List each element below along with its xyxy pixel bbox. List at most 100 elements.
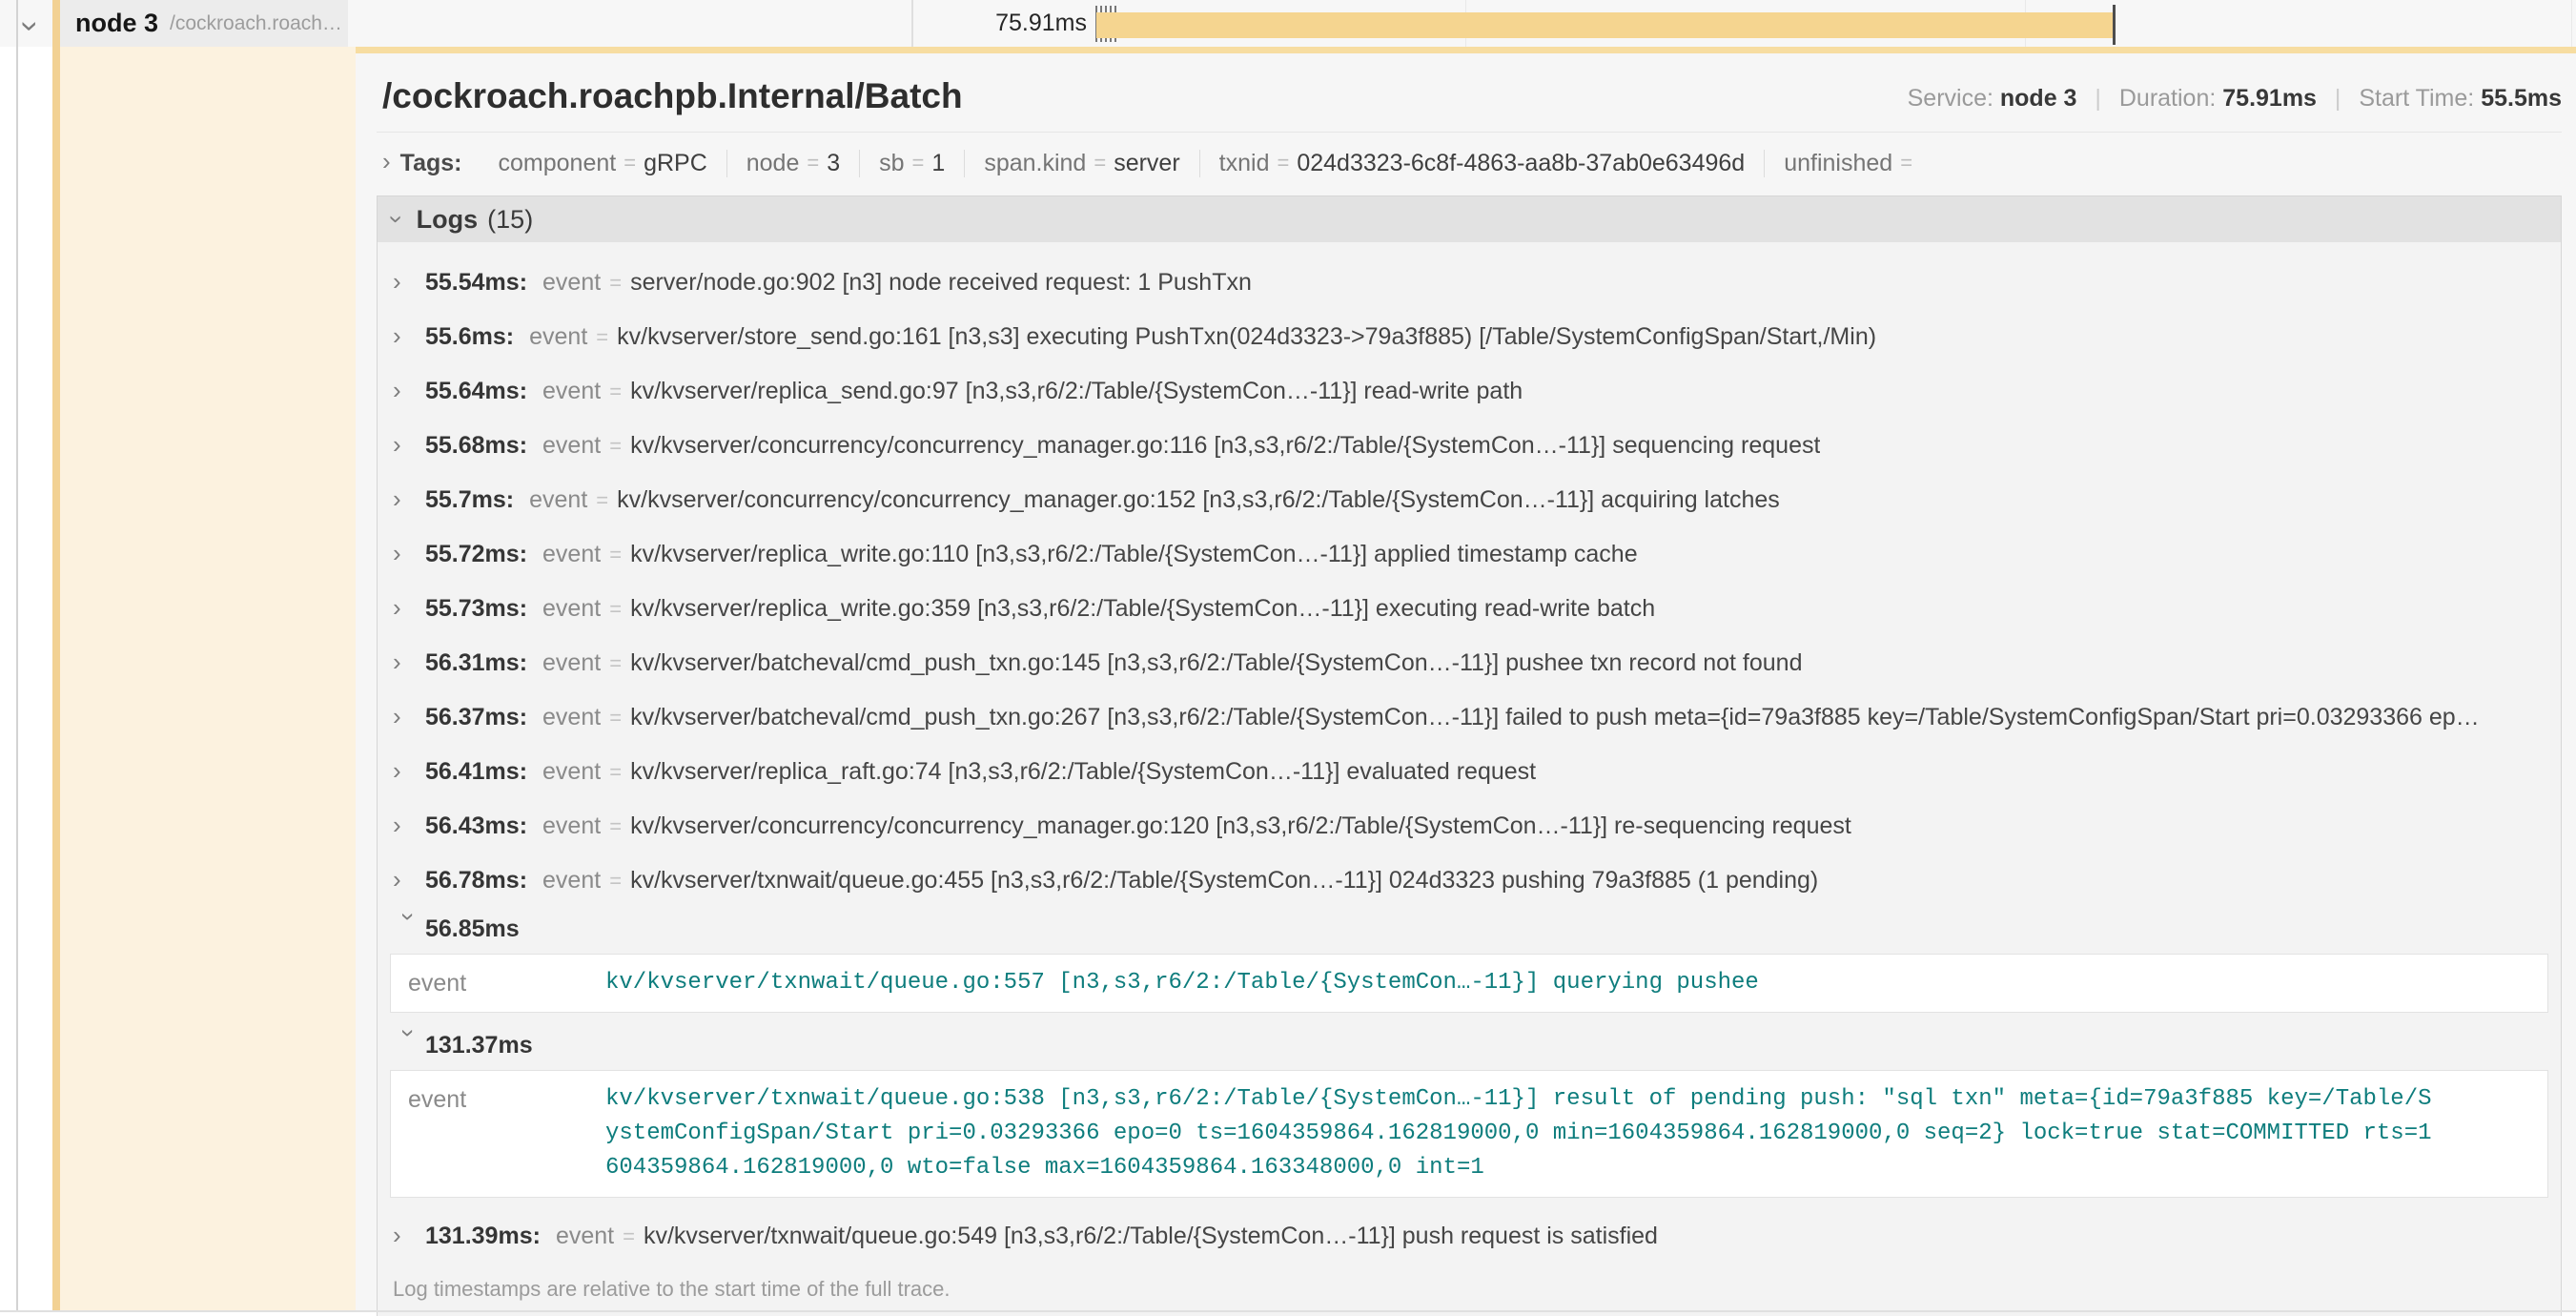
log-field-key: event xyxy=(542,649,601,677)
log-entry-row[interactable]: ›131.39ms:event=kv/kvserver/txnwait/queu… xyxy=(378,1209,2561,1264)
tag-key: sb xyxy=(879,150,904,177)
log-entry-row[interactable]: ›55.64ms:event=kv/kvserver/replica_send.… xyxy=(378,364,2561,419)
tags-row[interactable]: › Tags: component=gRPCnode=3sb=1span.kin… xyxy=(377,138,2562,188)
equals-sign: = xyxy=(912,151,925,175)
chevron-right-icon[interactable]: › xyxy=(393,758,425,783)
tags-label: Tags: xyxy=(400,150,462,177)
chevron-right-icon[interactable]: › xyxy=(393,649,425,674)
chevron-right-icon[interactable]: › xyxy=(393,595,425,620)
log-field-key: event xyxy=(391,966,605,1000)
equals-sign: = xyxy=(596,488,608,513)
log-entry-row[interactable]: ›56.41ms:event=kv/kvserver/replica_raft.… xyxy=(378,745,2561,799)
logs-section: › Logs (15) ›55.54ms:event=server/node.g… xyxy=(377,195,2562,1316)
chevron-right-icon[interactable]: › xyxy=(393,867,425,892)
log-timestamp: 55.54ms: xyxy=(425,269,527,297)
chevron-right-icon[interactable]: › xyxy=(393,541,425,565)
log-timestamp: 131.37ms xyxy=(425,1032,533,1059)
chevron-right-icon[interactable]: › xyxy=(393,432,425,457)
log-entry-row[interactable]: ›56.78ms:event=kv/kvserver/txnwait/queue… xyxy=(378,853,2561,908)
log-list: ›55.54ms:event=server/node.go:902 [n3] n… xyxy=(378,242,2561,1264)
equals-sign: = xyxy=(623,1224,635,1249)
log-message: kv/kvserver/batcheval/cmd_push_txn.go:14… xyxy=(630,649,1802,677)
equals-sign: = xyxy=(609,543,622,567)
log-entry-row[interactable]: ›55.54ms:event=server/node.go:902 [n3] n… xyxy=(378,256,2561,310)
equals-sign: = xyxy=(609,706,622,730)
tag-value: gRPC xyxy=(644,150,707,177)
log-message: kv/kvserver/replica_send.go:97 [n3,s3,r6… xyxy=(630,378,1523,405)
log-field-key: event xyxy=(542,704,601,731)
start-time-value: 55.5ms xyxy=(2481,85,2562,112)
log-field-key: event xyxy=(556,1223,614,1250)
chevron-right-icon[interactable]: › xyxy=(393,269,425,294)
tag-item[interactable]: component=gRPC xyxy=(480,150,726,177)
log-detail-box: eventkv/kvserver/txnwait/queue.go:557 [n… xyxy=(390,954,2548,1013)
tag-item[interactable]: node=3 xyxy=(726,150,859,177)
log-field-key: event xyxy=(529,323,587,351)
log-timestamp: 55.7ms: xyxy=(425,486,514,514)
chevron-right-icon[interactable]: › xyxy=(393,323,425,348)
log-field-key: event xyxy=(542,432,601,460)
equals-sign: = xyxy=(1277,151,1289,175)
log-timestamp: 56.78ms: xyxy=(425,867,527,894)
chevron-right-icon[interactable]: › xyxy=(393,1223,425,1247)
span-timeline-bar[interactable] xyxy=(1096,12,2115,38)
equals-sign: = xyxy=(609,869,622,894)
chevron-right-icon[interactable]: › xyxy=(393,378,425,402)
log-timestamp: 56.85ms xyxy=(425,915,520,943)
chevron-down-icon[interactable]: › xyxy=(384,216,409,224)
service-value: node 3 xyxy=(2000,85,2077,112)
log-entry-row[interactable]: ›56.31ms: event = kv/kvserver/batcheval/cmd… xyxy=(378,636,2561,690)
chevron-right-icon[interactable]: › xyxy=(382,149,391,174)
span-name-row[interactable]: node 3 /cockroach.roach… xyxy=(52,0,348,47)
tag-item[interactable]: unfinished= xyxy=(1764,150,1939,177)
log-field-key: event xyxy=(542,812,601,840)
logs-title: Logs xyxy=(417,205,479,235)
log-entry-row[interactable]: ›56.37ms:event=kv/kvserver/batcheval/cmd… xyxy=(378,690,2561,745)
chevron-right-icon[interactable]: › xyxy=(393,812,425,837)
equals-sign: = xyxy=(609,814,622,839)
log-entry-row[interactable]: ›55.6ms:event=kv/kvserver/store_send.go:… xyxy=(378,310,2561,364)
log-message: kv/kvserver/concurrency/concurrency_mana… xyxy=(617,486,1780,514)
log-entry-row[interactable]: ›55.73ms:event=kv/kvserver/replica_write… xyxy=(378,582,2561,636)
log-timestamp: 56.43ms: xyxy=(425,812,527,840)
service-label: Service: xyxy=(1908,85,1993,112)
logs-footer-note: Log timestamps are relative to the start… xyxy=(378,1264,2561,1316)
log-timestamp: 55.6ms: xyxy=(425,323,514,351)
log-message: kv/kvserver/replica_write.go:359 [n3,s3,… xyxy=(630,595,1655,623)
chevron-right-icon[interactable]: › xyxy=(393,704,425,729)
hierarchy-guide-line xyxy=(16,0,18,1310)
log-message: kv/kvserver/replica_write.go:110 [n3,s3,… xyxy=(630,541,1638,568)
log-timestamp: 55.64ms: xyxy=(425,378,527,405)
log-entry-row[interactable]: ›55.7ms: event = kv/kvserver/concurrency/co… xyxy=(378,473,2561,527)
span-duration-label: 75.91ms xyxy=(896,10,1087,37)
equals-sign: = xyxy=(609,651,622,676)
log-message: kv/kvserver/concurrency/concurrency_mana… xyxy=(630,812,1851,840)
logs-header[interactable]: › Logs (15) xyxy=(378,196,2561,242)
span-end-marker xyxy=(2113,5,2116,45)
log-entry-row-expanded[interactable]: ›131.37ms xyxy=(378,1024,2561,1066)
chevron-right-icon[interactable]: › xyxy=(393,486,425,511)
log-entry-row[interactable]: ›55.72ms:event=kv/kvserver/replica_write… xyxy=(378,527,2561,582)
chevron-down-icon[interactable]: › xyxy=(397,913,421,945)
log-entry-row[interactable]: ›55.68ms:event=kv/kvserver/concurrency/c… xyxy=(378,419,2561,473)
duration-label: Duration: xyxy=(2119,85,2216,112)
log-message: server/node.go:902 [n3] node received re… xyxy=(630,269,1252,297)
log-message: kv/kvserver/replica_raft.go:74 [n3,s3,r6… xyxy=(630,758,1536,786)
equals-sign: = xyxy=(609,597,622,622)
span-tint-column xyxy=(60,47,356,1310)
log-field-value: kv/kvserver/txnwait/queue.go:557 [n3,s3,… xyxy=(605,966,1869,1000)
log-message: kv/kvserver/store_send.go:161 [n3,s3] ex… xyxy=(617,323,1876,351)
log-timestamp: 56.31ms: xyxy=(425,649,527,677)
log-entry-row-expanded[interactable]: ›56.85ms xyxy=(378,908,2561,950)
equals-sign: = xyxy=(609,380,622,404)
tag-list: component=gRPCnode=3sb=1span.kind=server… xyxy=(480,150,1940,177)
tag-item[interactable]: sb=1 xyxy=(859,150,964,177)
tag-item[interactable]: span.kind=server xyxy=(964,150,1198,177)
log-field-key: event xyxy=(529,486,587,514)
log-field-value: kv/kvserver/txnwait/queue.go:538 [n3,s3,… xyxy=(605,1082,2547,1185)
chevron-down-icon[interactable]: › xyxy=(397,1029,421,1061)
log-message: kv/kvserver/txnwait/queue.go:549 [n3,s3,… xyxy=(644,1223,1658,1250)
tag-item[interactable]: txnid=024d3323-6c8f-4863-aa8b-37ab0e6349… xyxy=(1199,150,1765,177)
bottom-divider xyxy=(0,1310,2576,1312)
log-entry-row[interactable]: ›56.43ms: event = kv/kvserver/concurrency/c… xyxy=(378,799,2561,853)
